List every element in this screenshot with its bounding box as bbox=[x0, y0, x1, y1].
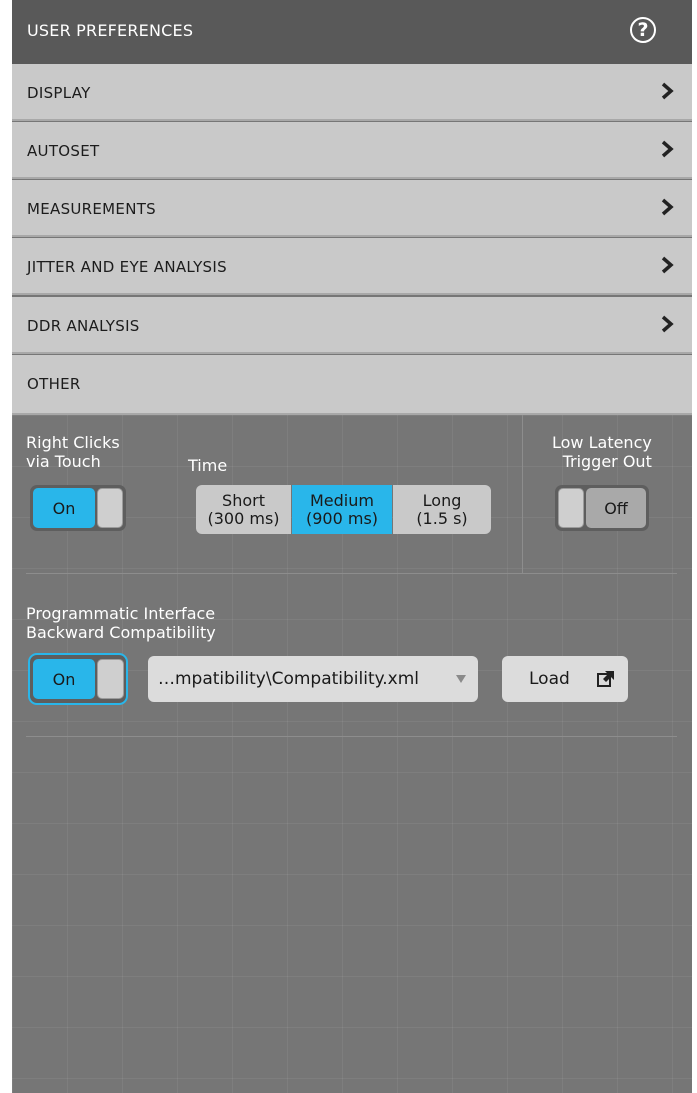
time-option-long[interactable]: Long (1.5 s) bbox=[393, 485, 491, 534]
prog-interface-label: Programmatic Interface Backward Compatib… bbox=[26, 604, 216, 642]
chevron-right-icon bbox=[661, 140, 674, 158]
section-label: JITTER AND EYE ANALYSIS bbox=[27, 258, 227, 276]
load-button[interactable]: Load bbox=[502, 656, 628, 702]
prog-interface-label-line2: Backward Compatibility bbox=[26, 623, 216, 642]
vertical-divider bbox=[522, 415, 523, 573]
chevron-right-icon bbox=[661, 82, 674, 100]
time-option-long-line2: (1.5 s) bbox=[416, 508, 468, 528]
section-label: DISPLAY bbox=[27, 84, 91, 102]
time-option-medium[interactable]: Medium (900 ms) bbox=[292, 485, 392, 534]
section-autoset[interactable]: AUTOSET bbox=[12, 122, 692, 179]
section-display[interactable]: DISPLAY bbox=[12, 64, 692, 121]
section-divider bbox=[26, 573, 677, 574]
time-option-short-line2: (300 ms) bbox=[207, 508, 280, 528]
toggle-on-segment: On bbox=[33, 488, 95, 528]
low-latency-label-line2: Trigger Out bbox=[562, 452, 652, 471]
time-option-medium-line1: Medium bbox=[310, 490, 374, 510]
user-preferences-panel: USER PREFERENCES ? DISPLAY AUTOSET MEASU… bbox=[12, 0, 692, 1093]
load-button-label: Load bbox=[529, 669, 570, 689]
chevron-right-icon bbox=[661, 315, 674, 333]
toggle-on-segment: On bbox=[33, 659, 95, 699]
section-divider bbox=[26, 736, 677, 737]
toggle-knob bbox=[97, 659, 124, 699]
section-ddr-analysis[interactable]: DDR ANALYSIS bbox=[12, 297, 692, 354]
toggle-knob bbox=[97, 488, 123, 528]
time-option-medium-line2: (900 ms) bbox=[305, 508, 379, 528]
right-clicks-label-line1: Right Clicks bbox=[26, 433, 120, 452]
title-bar: USER PREFERENCES ? bbox=[12, 0, 692, 64]
help-icon[interactable]: ? bbox=[630, 17, 656, 43]
time-selector: Short (300 ms) Medium (900 ms) Long (1.5… bbox=[196, 485, 491, 534]
section-label: DDR ANALYSIS bbox=[27, 317, 140, 335]
low-latency-label: Low Latency Trigger Out bbox=[552, 433, 652, 471]
prog-interface-toggle[interactable]: On bbox=[28, 653, 128, 705]
panel-title: USER PREFERENCES bbox=[27, 21, 194, 40]
section-label: OTHER bbox=[27, 375, 81, 393]
time-label: Time bbox=[188, 456, 228, 475]
chevron-right-icon bbox=[661, 198, 674, 216]
section-measurements[interactable]: MEASUREMENTS bbox=[12, 180, 692, 237]
time-option-long-line1: Long bbox=[422, 490, 462, 510]
low-latency-toggle[interactable]: Off bbox=[555, 485, 649, 531]
right-clicks-toggle[interactable]: On bbox=[30, 485, 126, 531]
section-other[interactable]: OTHER bbox=[12, 355, 692, 415]
section-label: MEASUREMENTS bbox=[27, 200, 157, 218]
time-option-short-line1: Short bbox=[222, 490, 265, 510]
toggle-knob bbox=[558, 488, 584, 528]
right-clicks-label-line2: via Touch bbox=[26, 452, 101, 471]
chevron-right-icon bbox=[661, 256, 674, 274]
external-link-icon bbox=[597, 671, 614, 687]
dropdown-arrow-icon bbox=[456, 675, 466, 683]
section-label: AUTOSET bbox=[27, 142, 100, 160]
time-option-short[interactable]: Short (300 ms) bbox=[196, 485, 291, 534]
toggle-off-segment: Off bbox=[586, 488, 646, 528]
prog-interface-label-line1: Programmatic Interface bbox=[26, 604, 216, 623]
compatibility-file-dropdown[interactable]: …mpatibility\Compatibility.xml bbox=[148, 656, 478, 702]
right-clicks-label: Right Clicks via Touch bbox=[26, 433, 120, 471]
section-jitter-eye[interactable]: JITTER AND EYE ANALYSIS bbox=[12, 238, 692, 295]
low-latency-label-line1: Low Latency bbox=[552, 433, 652, 452]
compatibility-file-value: …mpatibility\Compatibility.xml bbox=[158, 669, 420, 689]
